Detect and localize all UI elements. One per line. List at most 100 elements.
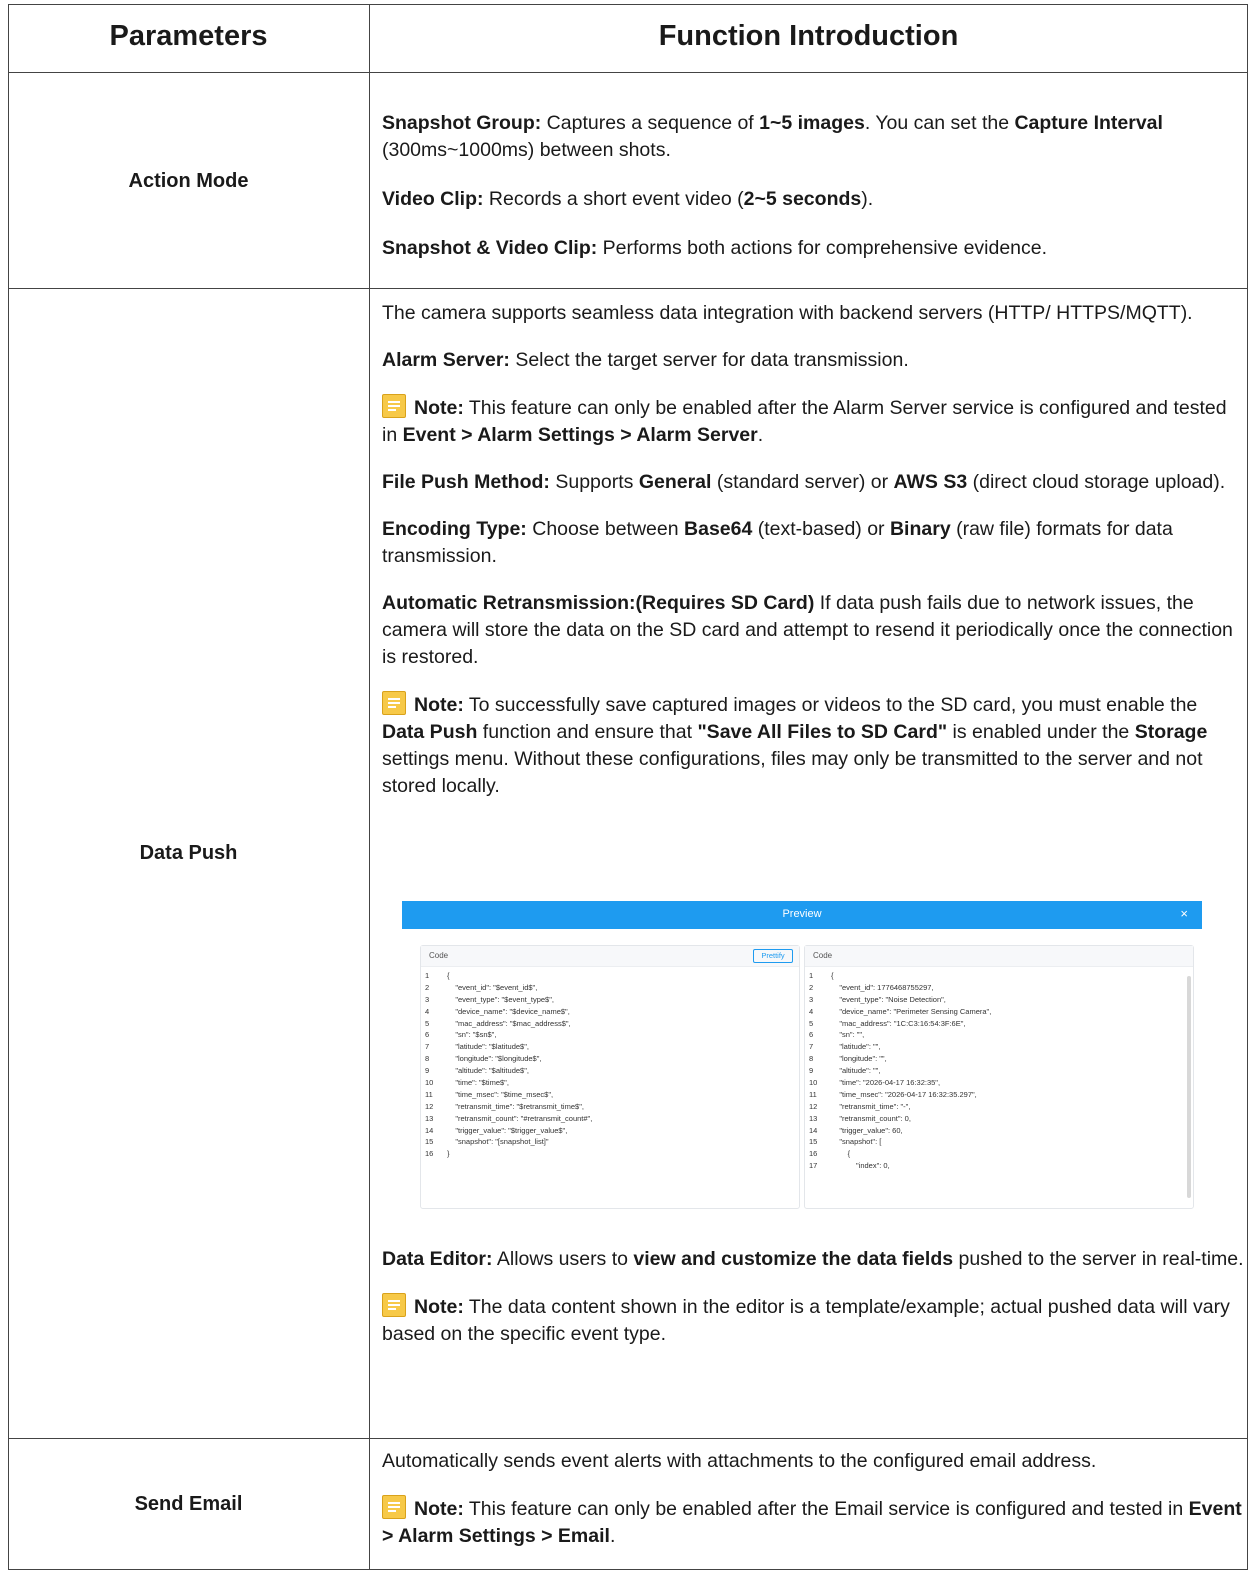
code-text: "trigger_value": 60, xyxy=(831,1125,903,1135)
code-text: "longitude": "", xyxy=(831,1054,887,1064)
code-text: "time_msec": "$time_msec$", xyxy=(447,1089,554,1099)
note-icon xyxy=(382,1495,406,1519)
note-icon xyxy=(382,1293,406,1317)
code-line: 16 { xyxy=(805,1148,1193,1160)
close-icon[interactable]: × xyxy=(1180,906,1188,921)
code-line: 9 "altitude": "", xyxy=(805,1065,1193,1077)
intro-paragraph: The camera supports seamless data integr… xyxy=(382,302,1193,324)
line-number: 6 xyxy=(425,1030,430,1040)
data-editor-paragraph: Data Editor: Allows users to view and cu… xyxy=(382,1246,1244,1273)
code-line: 8 "longitude": "", xyxy=(805,1053,1193,1065)
text: . xyxy=(757,424,764,446)
code-text: "event_id": 1776468755297, xyxy=(831,982,934,992)
code-pane-header: Code xyxy=(805,946,1193,967)
preview-code-pane: Code 1{2 "event_id": 1776468755297, 3 "ev… xyxy=(804,945,1194,1209)
param-action-mode: Action Mode xyxy=(128,170,249,192)
base64-option: Base64 xyxy=(684,518,753,540)
code-line: 11 "time_msec": "2026-04-17 16:32:35.297… xyxy=(805,1089,1193,1101)
line-number: 3 xyxy=(809,994,814,1004)
code-text: "sn": "", xyxy=(831,1030,865,1040)
data-editor-label: Data Editor: xyxy=(382,1248,493,1270)
code-line: 16} xyxy=(421,1148,799,1160)
param-data-push: Data Push xyxy=(139,842,238,864)
note-label: Note: xyxy=(414,397,464,419)
code-line: 6 "sn": "$sn$", xyxy=(421,1029,799,1041)
scrollbar[interactable] xyxy=(1187,976,1191,1198)
code-line: 11 "time_msec": "$time_msec$", xyxy=(421,1089,799,1101)
code-text: "time": "$time$", xyxy=(447,1078,509,1088)
line-number: 13 xyxy=(809,1113,818,1123)
line-number: 11 xyxy=(425,1089,433,1099)
text: Captures a sequence of xyxy=(541,112,760,134)
prettify-button[interactable]: Prettify xyxy=(753,949,793,963)
line-number: 11 xyxy=(809,1089,817,1099)
code-label: Code xyxy=(813,951,833,960)
line-number: 8 xyxy=(809,1054,814,1064)
retransmission-label: Automatic Retransmission:(Requires SD Ca… xyxy=(382,592,815,614)
code-text: "altitude": "", xyxy=(831,1066,881,1076)
data-editor-description: Data Editor: Allows users to view and cu… xyxy=(382,1246,1244,1348)
code-text: "retransmit_count": "#retransmit_count#"… xyxy=(447,1113,593,1123)
code-text: "mac_address": "1C:C3:16:54:3F:6E", xyxy=(831,1018,966,1028)
binary-option: Binary xyxy=(889,518,951,540)
code-line: 15 "snapshot": "[snapshot_list]" xyxy=(421,1136,799,1148)
code-text: "event_id": "$event_id$", xyxy=(447,982,538,992)
preview-title-bar: Preview × xyxy=(402,901,1202,929)
preview-code-view: 1{2 "event_id": 1776468755297, 3 "event_t… xyxy=(805,970,1193,1208)
line-number: 16 xyxy=(809,1149,818,1159)
view-customize-term: view and customize the data fields xyxy=(633,1248,954,1270)
code-line: 5 "mac_address": "$mac_address$", xyxy=(421,1018,799,1030)
line-number: 6 xyxy=(809,1030,814,1040)
code-text: "event_type": "$event_type$", xyxy=(447,994,554,1004)
code-text: { xyxy=(831,1149,851,1159)
send-email-paragraph: Automatically sends event alerts with at… xyxy=(382,1450,1097,1472)
code-line: 2 "event_id": "$event_id$", xyxy=(421,982,799,994)
text: Supports xyxy=(549,471,639,493)
code-line: 1{ xyxy=(421,970,799,982)
code-line: 4 "device_name": "Perimeter Sensing Came… xyxy=(805,1006,1193,1018)
line-number: 3 xyxy=(425,994,430,1004)
line-number: 12 xyxy=(425,1101,434,1111)
text: (standard server) or xyxy=(711,471,894,493)
line-number: 16 xyxy=(425,1149,434,1159)
line-number: 2 xyxy=(425,982,430,992)
code-line: 14 "trigger_value": "$trigger_value$", xyxy=(421,1125,799,1137)
code-text: "sn": "$sn$", xyxy=(447,1030,497,1040)
note-icon xyxy=(382,691,406,715)
line-number: 7 xyxy=(809,1042,814,1052)
code-text: "snapshot": [ xyxy=(831,1137,882,1147)
header-function-introduction: Function Introduction xyxy=(658,20,959,52)
video-clip-paragraph: Video Clip: Records a short event video … xyxy=(382,186,1244,213)
encoding-paragraph: Encoding Type: Choose between Base64 (te… xyxy=(382,516,1244,570)
snapshot-group-label: Snapshot Group: xyxy=(382,112,542,134)
header-parameters: Parameters xyxy=(109,20,268,52)
row-divider xyxy=(8,1438,1248,1439)
code-text: "device_name": "$device_name$", xyxy=(447,1006,570,1016)
template-code-editor[interactable]: 1{2 "event_id": "$event_id$", 3 "event_ty… xyxy=(421,970,799,1208)
line-number: 9 xyxy=(809,1066,814,1076)
line-number: 5 xyxy=(425,1018,430,1028)
line-number: 9 xyxy=(425,1066,430,1076)
text: Select the target server for data transm… xyxy=(509,349,909,371)
code-text: "time": "2026-04-17 16:32:35", xyxy=(831,1078,941,1088)
code-line: 1{ xyxy=(805,970,1193,982)
note-icon xyxy=(382,394,406,418)
code-text: "device_name": "Perimeter Sensing Camera… xyxy=(831,1006,992,1016)
text: To successfully save captured images or … xyxy=(463,694,1198,716)
text: (300ms~1000ms) between shots. xyxy=(382,139,671,161)
code-line: 4 "device_name": "$device_name$", xyxy=(421,1006,799,1018)
aws-option: AWS S3 xyxy=(893,471,968,493)
line-number: 10 xyxy=(809,1078,818,1088)
line-number: 1 xyxy=(425,971,430,980)
line-number: 13 xyxy=(425,1113,434,1123)
snapshot-video-paragraph: Snapshot & Video Clip: Performs both act… xyxy=(382,235,1244,262)
row-divider xyxy=(8,72,1248,73)
code-line: 2 "event_id": 1776468755297, xyxy=(805,982,1193,994)
snapshot-count: 1~5 images xyxy=(759,112,865,134)
note-label: Note: xyxy=(414,694,464,716)
code-line: 10 "time": "2026-04-17 16:32:35", xyxy=(805,1077,1193,1089)
line-number: 12 xyxy=(809,1101,818,1111)
text: Records a short event video ( xyxy=(483,188,744,210)
alarm-server-paragraph: Alarm Server: Select the target server f… xyxy=(382,347,1244,374)
code-line: 7 "latitude": "$latitude$", xyxy=(421,1041,799,1053)
